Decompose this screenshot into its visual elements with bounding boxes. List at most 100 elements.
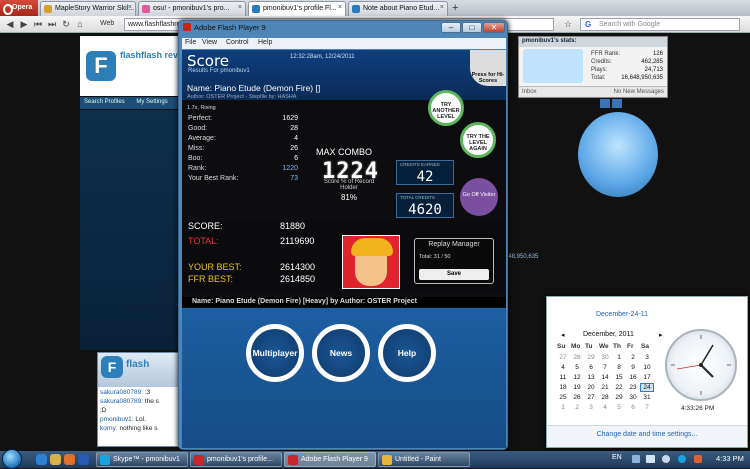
home-icon[interactable]: ⌂	[74, 18, 86, 30]
speeddial-icon[interactable]: ☆	[562, 18, 574, 30]
reload-icon[interactable]: ↻	[60, 18, 72, 30]
calendar-day[interactable]: 31	[641, 394, 653, 401]
close-icon[interactable]: ×	[238, 4, 242, 11]
calendar-day[interactable]: 2	[571, 404, 583, 411]
close-icon[interactable]: ×	[128, 4, 132, 11]
back-icon[interactable]: ◀	[4, 18, 16, 30]
volume-icon[interactable]	[662, 455, 670, 463]
multiplayer-button[interactable]: Multiplayer	[246, 324, 304, 382]
forward-icon[interactable]: ▶	[18, 18, 30, 30]
calendar-day[interactable]: 4	[599, 404, 611, 411]
calendar-day[interactable]: 13	[585, 374, 597, 381]
calendar-day[interactable]: 4	[557, 364, 569, 371]
menu-file[interactable]: File	[185, 39, 196, 46]
calendar-day[interactable]: 19	[571, 384, 583, 391]
calendar-day[interactable]: 29	[585, 354, 597, 361]
calendar-day[interactable]: 12	[571, 374, 583, 381]
tray-clock[interactable]: 4:33 PM	[716, 454, 744, 463]
opera-menu-button[interactable]: Opera	[0, 0, 38, 16]
calendar-day[interactable]: 11	[557, 374, 569, 381]
calendar-day[interactable]: 2	[627, 354, 639, 361]
calendar-day[interactable]: 8	[613, 364, 625, 371]
close-icon[interactable]: ×	[440, 4, 444, 11]
calendar-day[interactable]: 27	[585, 394, 597, 401]
page-next-button[interactable]	[612, 99, 622, 108]
tray-app-icon[interactable]	[694, 455, 702, 463]
inbox-link[interactable]: Inbox	[522, 89, 537, 95]
calendar-day[interactable]: 10	[641, 364, 653, 371]
calendar-day[interactable]: 7	[599, 364, 611, 371]
fastforward-icon[interactable]: ⏭	[46, 18, 58, 30]
help-button[interactable]: Help	[378, 324, 436, 382]
calendar-day[interactable]: 30	[627, 394, 639, 401]
calendar-day[interactable]: 30	[599, 354, 611, 361]
menu-control[interactable]: Control	[226, 39, 249, 46]
try-another-level-button[interactable]: TRY ANOTHER LEVEL	[428, 90, 464, 126]
calendar-day[interactable]: 26	[571, 394, 583, 401]
hi-scores-button[interactable]: Press for Hi-Scores	[470, 50, 506, 86]
network-icon[interactable]	[646, 455, 655, 463]
explorer-icon[interactable]	[50, 454, 61, 465]
calendar-day[interactable]: 18	[557, 384, 569, 391]
replay-save-button[interactable]: Save	[419, 269, 489, 280]
firefox-icon[interactable]	[64, 454, 75, 465]
tab-maplestory[interactable]: MapleStory Warrior Skil... ×	[40, 1, 136, 16]
calendar-day[interactable]: 25	[557, 394, 569, 401]
calendar-day[interactable]: 20	[585, 384, 597, 391]
minimize-button[interactable]: –	[441, 22, 461, 33]
calendar-day[interactable]: 22	[613, 384, 625, 391]
task-flash-player[interactable]: Adobe Flash Player 9	[284, 452, 376, 467]
close-button[interactable]: ✕	[483, 22, 505, 33]
calendar-day[interactable]: 27	[557, 354, 569, 361]
calendar-day[interactable]: 14	[599, 374, 611, 381]
menu-view[interactable]: View	[202, 39, 217, 46]
calendar-day[interactable]: 21	[599, 384, 611, 391]
close-icon[interactable]: ×	[338, 4, 342, 11]
calendar-day[interactable]: 3	[585, 404, 597, 411]
calendar-day-today[interactable]: 24	[640, 383, 654, 392]
calendar-day[interactable]: 6	[627, 404, 639, 411]
calendar-day[interactable]: 17	[641, 374, 653, 381]
start-button[interactable]	[2, 449, 22, 469]
calendar-day[interactable]: 23	[627, 384, 639, 391]
calendar-day[interactable]: 7	[641, 404, 653, 411]
replay-manager: Replay Manager Total: 31 / 50 Save	[414, 238, 494, 284]
calendar-day[interactable]: 9	[627, 364, 639, 371]
skype-tray-icon[interactable]	[678, 455, 686, 463]
task-browser[interactable]: pmonibuv1's profile...	[190, 452, 282, 467]
task-paint[interactable]: Untitled - Paint	[378, 452, 470, 467]
nav-my-settings[interactable]: My Settings	[136, 99, 167, 105]
page-prev-button[interactable]	[600, 99, 610, 108]
calendar-day[interactable]: 5	[571, 364, 583, 371]
search-input[interactable]: Search with Google	[580, 18, 740, 31]
change-date-time-link[interactable]: Change date and time settings...	[547, 431, 747, 438]
maximize-button[interactable]: □	[462, 22, 482, 33]
language-indicator[interactable]: EN	[612, 454, 622, 461]
calendar-day[interactable]: 1	[613, 354, 625, 361]
calendar-day[interactable]: 3	[641, 354, 653, 361]
media-player-icon[interactable]	[78, 454, 89, 465]
tab-note[interactable]: Note about Piano Etud... ×	[348, 1, 448, 16]
new-tab-button[interactable]: +	[452, 2, 458, 14]
calendar-day[interactable]: 29	[613, 394, 625, 401]
calendar-day[interactable]: 15	[613, 374, 625, 381]
calendar-day[interactable]: 28	[571, 354, 583, 361]
calendar-day[interactable]: 1	[557, 404, 569, 411]
try-again-button[interactable]: TRY THE LEVEL AGAIN	[460, 122, 496, 158]
calendar-day[interactable]: 6	[585, 364, 597, 371]
news-button[interactable]: News	[312, 324, 370, 382]
visit-button[interactable]: Go Off Visitor	[460, 178, 498, 216]
ie-icon[interactable]	[36, 454, 47, 465]
task-skype[interactable]: Skype™ - pmonibuv1	[96, 452, 188, 467]
rewind-icon[interactable]: ⏮	[32, 18, 44, 30]
calendar-day[interactable]: 16	[627, 374, 639, 381]
calendar-day[interactable]: 28	[599, 394, 611, 401]
tab-profile[interactable]: pmonibuv1's profile Fl... ×	[248, 1, 346, 17]
tab-osu[interactable]: osu! - pmonibuv1's pro... ×	[138, 1, 246, 16]
nav-search-profiles[interactable]: Search Profiles	[84, 99, 125, 105]
task-label: pmonibuv1's profile...	[207, 456, 273, 463]
show-hidden-icons-icon[interactable]	[632, 455, 640, 463]
calendar-day[interactable]: 5	[613, 404, 625, 411]
chat-line: pmonibuv1: Lol.	[100, 416, 146, 423]
menu-help[interactable]: Help	[258, 39, 272, 46]
